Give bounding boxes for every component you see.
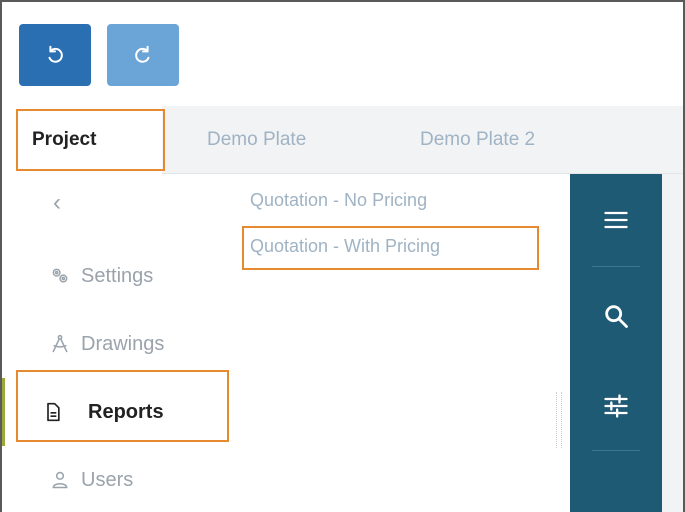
user-icon [47, 467, 73, 493]
sidebar-item-drawings[interactable]: Drawings [2, 310, 234, 378]
sidebar: ‹ Settings Drawings Reports Users [2, 174, 234, 512]
sidebar-item-settings[interactable]: Settings [2, 242, 234, 310]
sidebar-item-label: Users [81, 468, 134, 491]
sidebar-item-users[interactable]: Users [2, 446, 234, 512]
rail-divider [592, 450, 640, 451]
drawings-icon [47, 331, 73, 357]
tab-demo-plate[interactable]: Demo Plate [207, 106, 306, 174]
redo-icon [135, 45, 150, 63]
tab-project[interactable]: Project [2, 106, 162, 174]
report-link-with-pricing[interactable]: Quotation - With Pricing [250, 236, 440, 257]
right-rail [570, 174, 662, 512]
sidebar-item-label: Settings [81, 264, 154, 287]
chevron-left-icon[interactable]: ‹ [42, 188, 72, 218]
app-window: Project Demo Plate Demo Plate 2 ‹ Settin… [0, 0, 685, 512]
rail-divider [592, 266, 640, 267]
report-file-icon [40, 399, 66, 425]
sidebar-item-label: Drawings [81, 332, 165, 355]
filter-button[interactable] [570, 368, 662, 444]
right-gutter [662, 174, 683, 512]
search-icon [605, 305, 628, 328]
undo-icon [48, 45, 63, 63]
search-button[interactable] [570, 278, 662, 354]
sidebar-item-label: Reports [88, 400, 164, 423]
tab-bar: Project Demo Plate Demo Plate 2 [2, 106, 683, 174]
sidebar-item-reports[interactable]: Reports [2, 378, 234, 446]
resize-handle[interactable] [556, 392, 562, 448]
toolbar [2, 2, 683, 106]
menu-icon [604, 211, 628, 229]
filter-sliders-icon [604, 394, 628, 418]
settings-icon [47, 263, 73, 289]
undo-button[interactable] [19, 24, 91, 86]
tab-demo-plate-2[interactable]: Demo Plate 2 [420, 106, 535, 174]
report-link-no-pricing[interactable]: Quotation - No Pricing [250, 190, 427, 211]
redo-button[interactable] [107, 24, 179, 86]
reports-panel: Quotation - No Pricing Quotation - With … [234, 174, 570, 512]
menu-button[interactable] [570, 182, 662, 258]
